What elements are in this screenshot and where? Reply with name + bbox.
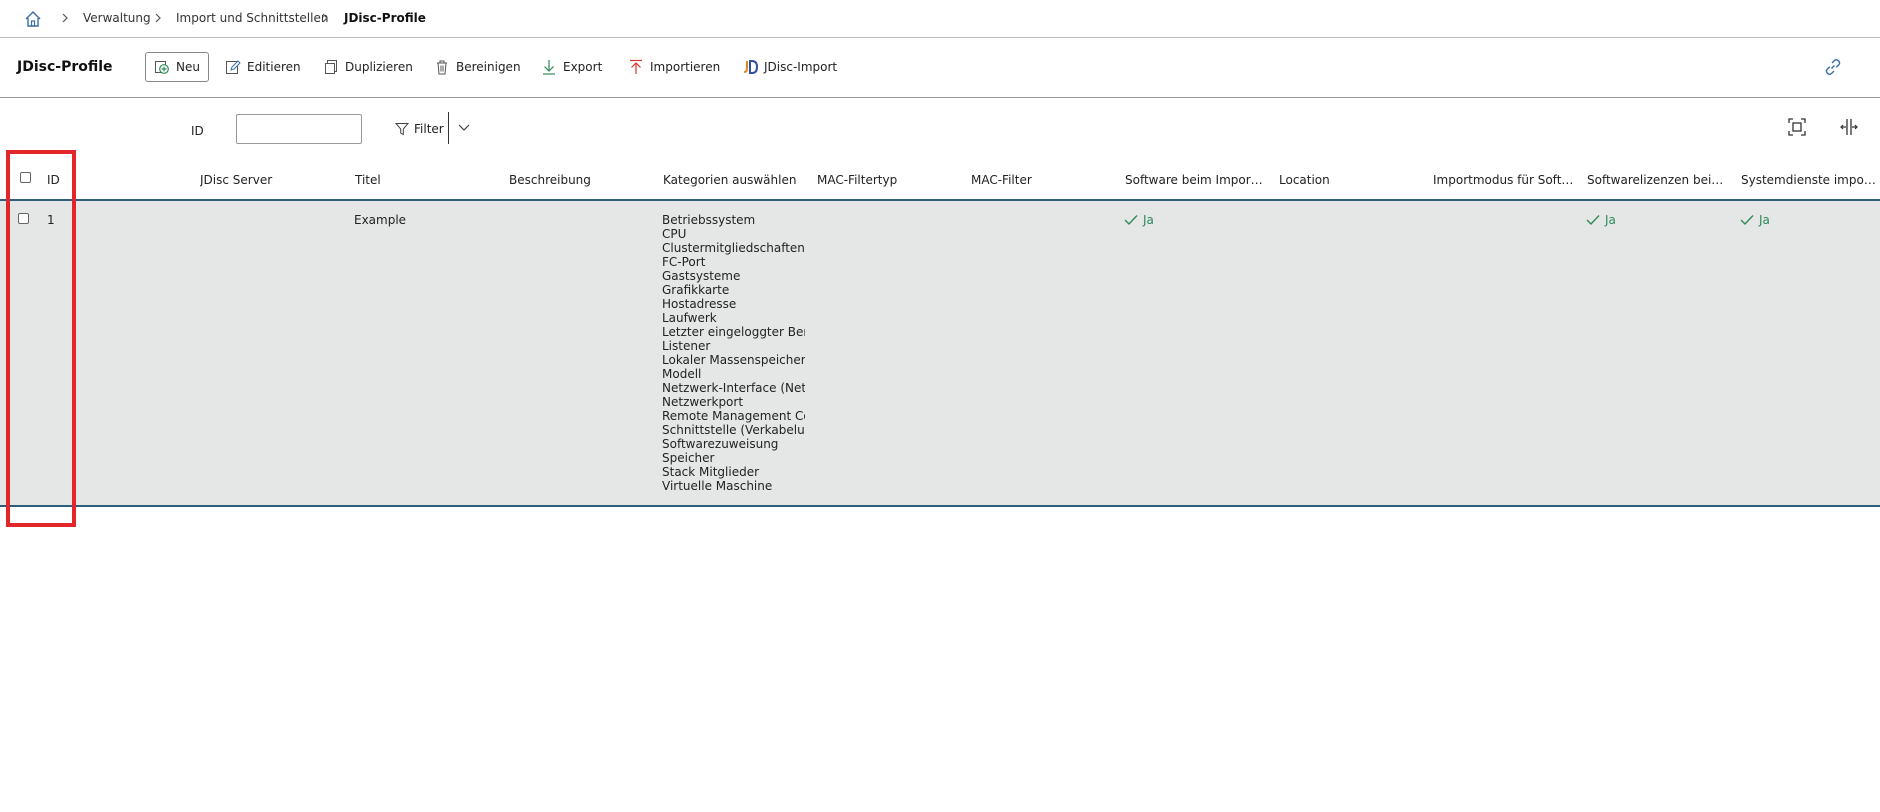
breadcrumb-import-und-schnittstellen[interactable]: Import und Schnittstellen <box>176 11 328 25</box>
export-icon <box>543 60 555 75</box>
check-icon <box>1740 215 1754 226</box>
category-item: Modell <box>662 367 702 381</box>
category-item: Laufwerk <box>662 311 717 325</box>
category-item: Remote Management Controller <box>662 409 805 423</box>
column-header-software-import-mode[interactable]: Importmodus für Softwa... <box>1433 173 1578 187</box>
breadcrumb-current: JDisc-Profile <box>344 11 426 25</box>
row-software-licenses-cell: Ja <box>1586 213 1616 227</box>
category-item: Gastsysteme <box>662 269 741 283</box>
table-row[interactable]: 1 Example Betriebssystem CPU Clustermitg… <box>0 201 1880 507</box>
column-header-software-import[interactable]: Software beim Import b... <box>1125 173 1265 187</box>
row-system-services-cell: Ja <box>1740 213 1770 227</box>
column-resize-icon[interactable] <box>1840 118 1858 136</box>
filter-button-label: Filter <box>414 122 444 136</box>
row-title-cell: Example <box>354 213 407 227</box>
row-id-cell: 1 <box>47 213 55 227</box>
category-item: Hostadresse <box>662 297 737 311</box>
column-header-jdisc-server[interactable]: JDisc Server <box>200 173 340 187</box>
jdisc-logo-icon <box>743 60 758 74</box>
home-icon[interactable] <box>24 10 42 28</box>
purge-button[interactable]: Bereinigen <box>434 52 521 82</box>
filter-divider <box>448 112 449 144</box>
chevron-right-icon <box>322 13 328 23</box>
column-header-mac-filter[interactable]: MAC-Filter <box>971 173 1111 187</box>
category-item: Lokaler Massenspeicher <box>662 353 805 367</box>
new-button-label: Neu <box>176 60 200 74</box>
export-button[interactable]: Export <box>541 52 602 82</box>
check-icon <box>1124 215 1138 226</box>
column-header-system-services[interactable]: Systemdienste importieren <box>1741 173 1880 187</box>
column-header-title[interactable]: Titel <box>355 173 495 187</box>
column-header-description[interactable]: Beschreibung <box>509 173 649 187</box>
link-icon[interactable] <box>1824 58 1842 76</box>
filter-bar: ID Filter <box>0 98 1880 150</box>
export-button-label: Export <box>563 60 603 74</box>
select-all-checkbox[interactable] <box>20 172 31 183</box>
chevron-right-icon <box>155 13 161 23</box>
category-item: Netzwerk-Interface (Netzwerk) <box>662 381 805 395</box>
row-system-services-value: Ja <box>1759 213 1770 227</box>
row-software-import-cell: Ja <box>1124 213 1154 227</box>
chevron-down-icon[interactable] <box>457 122 471 134</box>
filter-button[interactable]: Filter <box>395 116 444 142</box>
row-software-licenses-value: Ja <box>1605 213 1616 227</box>
category-item: Letzter eingeloggter Benutzer <box>662 325 805 339</box>
page-title: JDisc-Profile <box>17 59 113 75</box>
import-icon <box>630 59 642 74</box>
fullscreen-icon[interactable] <box>1788 118 1806 136</box>
jdisc-import-button-label: JDisc-Import <box>764 60 838 74</box>
import-button-label: Importieren <box>650 60 721 74</box>
category-item: Stack Mitglieder <box>662 465 760 479</box>
chevron-right-icon <box>62 13 68 23</box>
column-header-categories[interactable]: Kategorien auswählen <box>663 173 803 187</box>
table-header: ID JDisc Server Titel Beschreibung Kateg… <box>0 163 1880 201</box>
category-item: Softwarezuweisung <box>662 437 779 451</box>
column-header-mac-filter-type[interactable]: MAC-Filtertyp <box>817 173 957 187</box>
import-button[interactable]: Importieren <box>628 52 720 82</box>
edit-button-label: Editieren <box>247 60 301 74</box>
category-item: Speicher <box>662 451 715 465</box>
edit-icon <box>226 60 241 74</box>
breadcrumb-verwaltung[interactable]: Verwaltung <box>83 11 151 25</box>
purge-button-label: Bereinigen <box>456 60 521 74</box>
category-item: Schnittstelle (Verkabelung) <box>662 423 805 437</box>
check-icon <box>1586 215 1600 226</box>
id-filter-input[interactable] <box>236 114 362 144</box>
column-header-location[interactable]: Location <box>1279 173 1419 187</box>
duplicate-icon <box>325 60 337 74</box>
trash-icon <box>437 60 447 75</box>
add-icon <box>155 61 169 74</box>
toolbar: JDisc-Profile Neu Editieren Duplizieren … <box>0 38 1880 98</box>
filter-icon <box>395 123 409 136</box>
jdisc-import-button[interactable]: JDisc-Import <box>742 52 837 82</box>
duplicate-button[interactable]: Duplizieren <box>323 52 413 82</box>
category-item: CPU <box>662 227 687 241</box>
column-header-id[interactable]: ID <box>47 173 147 187</box>
new-button[interactable]: Neu <box>145 52 209 82</box>
category-item: FC-Port <box>662 255 706 269</box>
category-item: Grafikkarte <box>662 283 730 297</box>
category-item: Clustermitgliedschaften <box>662 241 805 255</box>
duplicate-button-label: Duplizieren <box>345 60 413 74</box>
row-software-import-value: Ja <box>1143 213 1154 227</box>
category-item: Virtuelle Maschine <box>662 479 773 493</box>
column-header-software-licenses[interactable]: Softwarelizenzen beim I... <box>1587 173 1727 187</box>
breadcrumb: Verwaltung Import und Schnittstellen JDi… <box>0 0 1880 38</box>
category-item: Betriebssystem <box>662 213 756 227</box>
id-filter-label: ID <box>191 124 204 138</box>
row-select-checkbox[interactable] <box>18 213 29 224</box>
category-item: Listener <box>662 339 711 353</box>
edit-button[interactable]: Editieren <box>225 52 301 82</box>
row-categories-cell: Betriebssystem CPU Clustermitgliedschaft… <box>662 213 805 493</box>
category-item: Netzwerkport <box>662 395 744 409</box>
